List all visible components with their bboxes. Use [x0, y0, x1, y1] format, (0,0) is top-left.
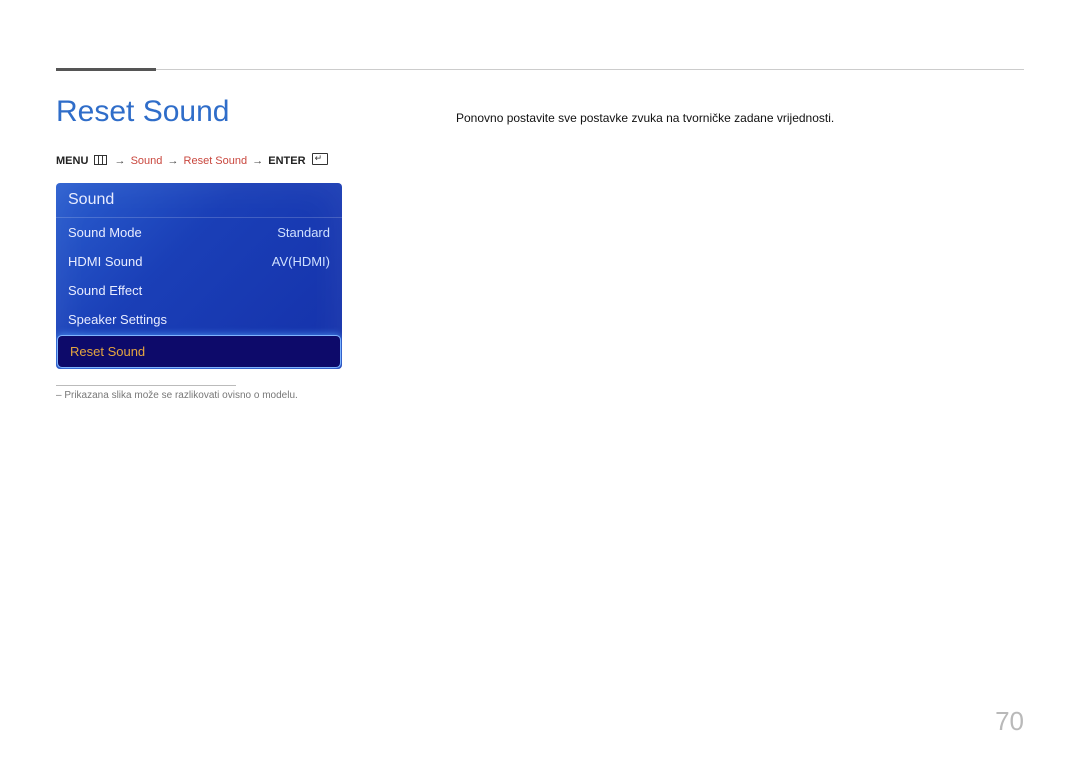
- arrow-icon: →: [167, 155, 178, 167]
- description-text: Ponovno postavite sve postavke zvuka na …: [456, 111, 1024, 125]
- breadcrumb-menu: MENU: [56, 155, 88, 167]
- breadcrumb-reset-sound: Reset Sound: [184, 155, 248, 167]
- footnote-divider: [56, 385, 236, 386]
- content-area: Reset Sound MENU → Sound → Reset Sound →…: [56, 95, 1024, 401]
- menu-icon: [94, 155, 107, 165]
- menu-item-value: AV(HDMI): [272, 254, 330, 269]
- section-title: Reset Sound: [56, 95, 436, 129]
- breadcrumb-enter: ENTER: [268, 155, 305, 167]
- menu-item-label: Speaker Settings: [68, 312, 167, 327]
- arrow-icon: →: [252, 155, 263, 167]
- panel-header: Sound: [56, 183, 342, 218]
- menu-item-hdmi-sound[interactable]: HDMI Sound AV(HDMI): [56, 247, 342, 276]
- menu-item-label: Sound Effect: [68, 283, 142, 298]
- right-column: Ponovno postavite sve postavke zvuka na …: [436, 95, 1024, 137]
- arrow-icon: →: [115, 155, 126, 167]
- sound-menu-panel: Sound Sound Mode Standard HDMI Sound AV(…: [56, 183, 342, 369]
- divider-thin: [56, 69, 1024, 70]
- left-column: Reset Sound MENU → Sound → Reset Sound →…: [56, 95, 436, 401]
- menu-item-sound-mode[interactable]: Sound Mode Standard: [56, 218, 342, 247]
- footnote: – Prikazana slika može se razlikovati ov…: [56, 390, 436, 401]
- menu-item-value: Standard: [277, 225, 330, 240]
- menu-item-label: HDMI Sound: [68, 254, 142, 269]
- page-number: 70: [995, 706, 1024, 737]
- menu-item-reset-sound-wrap: Reset Sound: [56, 334, 342, 369]
- divider-bold: [56, 68, 156, 71]
- menu-item-sound-effect[interactable]: Sound Effect: [56, 276, 342, 305]
- menu-item-label: Sound Mode: [68, 225, 142, 240]
- enter-icon: [312, 153, 328, 165]
- menu-item-speaker-settings[interactable]: Speaker Settings: [56, 305, 342, 334]
- menu-item-reset-sound[interactable]: Reset Sound: [60, 338, 338, 365]
- breadcrumb-sound: Sound: [131, 155, 163, 167]
- breadcrumb: MENU → Sound → Reset Sound → ENTER: [56, 153, 436, 167]
